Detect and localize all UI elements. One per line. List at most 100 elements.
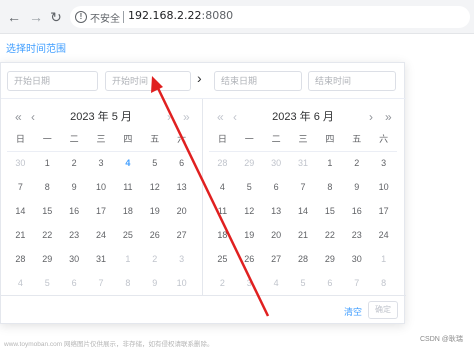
date-cell[interactable]: 23 (61, 223, 88, 247)
date-cell[interactable]: 6 (61, 271, 88, 295)
date-cell[interactable]: 21 (7, 223, 34, 247)
date-cell[interactable]: 5 (34, 271, 61, 295)
date-cell[interactable]: 8 (316, 175, 343, 199)
date-cell[interactable]: 14 (290, 199, 317, 223)
date-cell[interactable]: 6 (263, 175, 290, 199)
date-cell[interactable]: 30 (7, 151, 34, 175)
date-cell[interactable]: 20 (263, 223, 290, 247)
date-cell[interactable]: 11 (209, 199, 236, 223)
date-cell[interactable]: 16 (61, 199, 88, 223)
date-cell[interactable]: 10 (88, 175, 115, 199)
date-cell[interactable]: 29 (316, 247, 343, 271)
date-cell[interactable]: 19 (141, 199, 168, 223)
end-date-input[interactable]: 结束日期 (214, 71, 302, 91)
date-cell[interactable]: 11 (114, 175, 141, 199)
date-cell[interactable]: 29 (34, 247, 61, 271)
date-cell[interactable]: 30 (263, 151, 290, 175)
start-time-input[interactable]: 开始时间 (105, 71, 191, 91)
date-cell[interactable]: 2 (343, 151, 370, 175)
date-cell[interactable]: 22 (316, 223, 343, 247)
date-cell[interactable]: 27 (263, 247, 290, 271)
date-cell[interactable]: 5 (290, 271, 317, 295)
end-time-input[interactable]: 结束时间 (308, 71, 396, 91)
date-cell[interactable]: 4 (7, 271, 34, 295)
date-cell[interactable]: 9 (343, 175, 370, 199)
date-cell[interactable]: 26 (141, 223, 168, 247)
date-cell[interactable]: 9 (141, 271, 168, 295)
date-cell[interactable]: 1 (114, 247, 141, 271)
security-label[interactable]: 不安全 (90, 10, 120, 25)
date-cell[interactable]: 28 (290, 247, 317, 271)
date-cell[interactable]: 24 (88, 223, 115, 247)
date-cell[interactable]: 1 (370, 247, 397, 271)
date-cell[interactable]: 9 (61, 175, 88, 199)
date-cell[interactable]: 2 (141, 247, 168, 271)
next-month-icon[interactable]: › (369, 110, 373, 124)
address-bar[interactable]: ! 不安全 192.168.2.22:8080 (70, 6, 470, 28)
date-cell[interactable]: 19 (236, 223, 263, 247)
date-cell[interactable]: 8 (34, 175, 61, 199)
date-cell[interactable]: 30 (61, 247, 88, 271)
clear-button[interactable]: 清空 (344, 305, 362, 318)
date-cell[interactable]: 17 (370, 199, 397, 223)
date-cell[interactable]: 2 (209, 271, 236, 295)
start-date-input[interactable]: 开始日期 (7, 71, 98, 91)
date-cell[interactable]: 4 (114, 151, 141, 175)
date-cell[interactable]: 31 (290, 151, 317, 175)
date-cell[interactable]: 31 (88, 247, 115, 271)
date-cell[interactable]: 25 (114, 223, 141, 247)
info-icon[interactable]: ! (75, 11, 87, 23)
date-cell[interactable]: 13 (168, 175, 195, 199)
reload-icon[interactable]: ↻ (48, 9, 64, 25)
next-year-icon[interactable]: » (385, 110, 392, 124)
range-picker-trigger[interactable]: 选择时间范围 (6, 40, 66, 55)
date-cell[interactable]: 3 (88, 151, 115, 175)
forward-arrow-icon[interactable]: → (28, 9, 44, 25)
next-year-icon[interactable]: » (183, 110, 190, 124)
date-cell[interactable]: 3 (370, 151, 397, 175)
date-cell[interactable]: 4 (263, 271, 290, 295)
date-cell[interactable]: 18 (209, 223, 236, 247)
next-month-icon[interactable]: › (167, 110, 171, 124)
date-cell[interactable]: 12 (141, 175, 168, 199)
date-cell[interactable]: 30 (343, 247, 370, 271)
date-cell[interactable]: 24 (370, 223, 397, 247)
date-cell[interactable]: 25 (209, 247, 236, 271)
date-cell[interactable]: 8 (114, 271, 141, 295)
date-cell[interactable]: 27 (168, 223, 195, 247)
date-cell[interactable]: 7 (343, 271, 370, 295)
date-cell[interactable]: 28 (209, 151, 236, 175)
date-cell[interactable]: 21 (290, 223, 317, 247)
date-cell[interactable]: 23 (343, 223, 370, 247)
date-cell[interactable]: 4 (209, 175, 236, 199)
date-cell[interactable]: 5 (236, 175, 263, 199)
date-cell[interactable]: 6 (168, 151, 195, 175)
date-cell[interactable]: 8 (370, 271, 397, 295)
date-cell[interactable]: 10 (370, 175, 397, 199)
date-cell[interactable]: 20 (168, 199, 195, 223)
date-cell[interactable]: 14 (7, 199, 34, 223)
date-cell[interactable]: 29 (236, 151, 263, 175)
date-cell[interactable]: 15 (34, 199, 61, 223)
confirm-button[interactable]: 确定 (368, 301, 398, 319)
date-cell[interactable]: 7 (7, 175, 34, 199)
date-cell[interactable]: 28 (7, 247, 34, 271)
date-cell[interactable]: 6 (316, 271, 343, 295)
date-cell[interactable]: 12 (236, 199, 263, 223)
date-cell[interactable]: 15 (316, 199, 343, 223)
date-cell[interactable]: 5 (141, 151, 168, 175)
date-cell[interactable]: 17 (88, 199, 115, 223)
url-text[interactable]: 192.168.2.22:8080 (128, 9, 233, 22)
date-cell[interactable]: 18 (114, 199, 141, 223)
date-cell[interactable]: 7 (290, 175, 317, 199)
date-cell[interactable]: 16 (343, 199, 370, 223)
back-arrow-icon[interactable]: ← (6, 9, 22, 25)
date-cell[interactable]: 1 (34, 151, 61, 175)
date-cell[interactable]: 3 (168, 247, 195, 271)
date-cell[interactable]: 7 (88, 271, 115, 295)
date-cell[interactable]: 13 (263, 199, 290, 223)
date-cell[interactable]: 26 (236, 247, 263, 271)
date-cell[interactable]: 1 (316, 151, 343, 175)
date-cell[interactable]: 22 (34, 223, 61, 247)
date-cell[interactable]: 10 (168, 271, 195, 295)
